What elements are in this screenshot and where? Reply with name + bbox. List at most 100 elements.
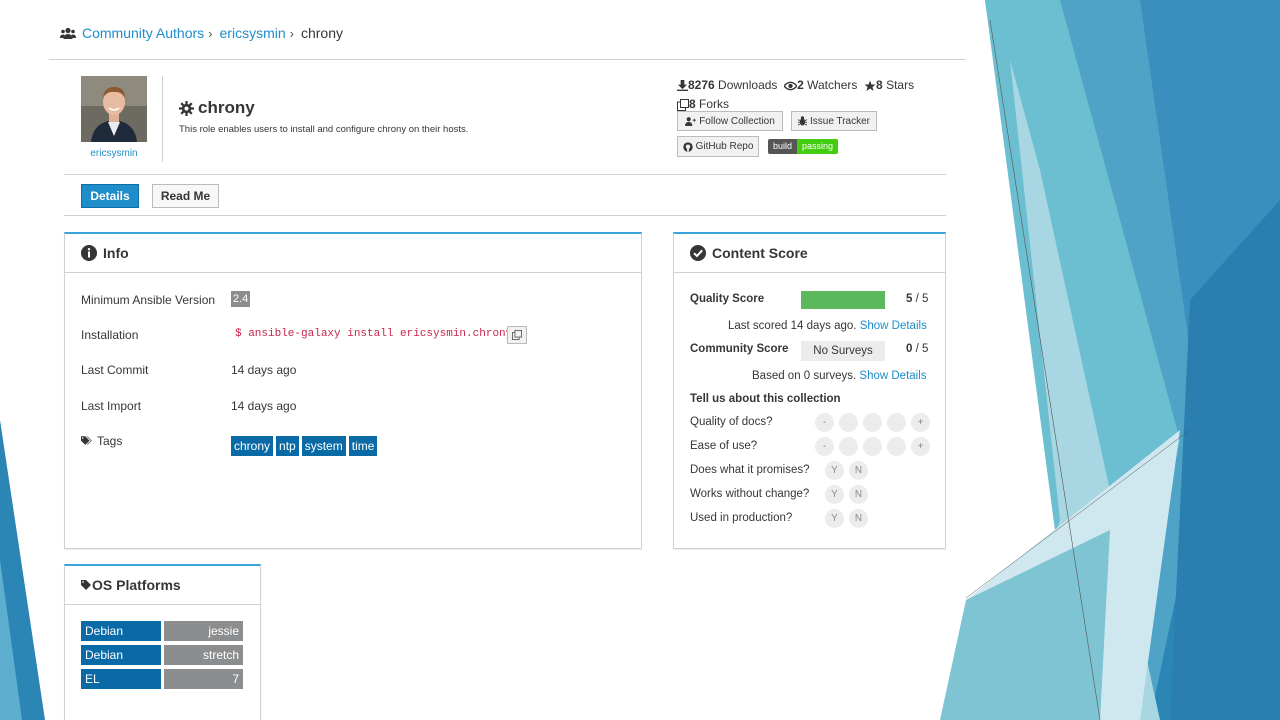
tabs-top-divider (64, 174, 946, 175)
badge-status: passing (797, 139, 839, 154)
show-details-link-2[interactable]: Show Details (859, 370, 926, 382)
badge-label: build (768, 139, 798, 154)
yes-button[interactable]: Y (825, 461, 844, 480)
last-import-value: 14 days ago (231, 399, 297, 413)
github-repo-button[interactable]: GitHub Repo (677, 136, 759, 157)
gear-icon (179, 100, 194, 116)
page-title: chrony (179, 98, 255, 118)
breadcrumb-current: chrony (300, 25, 344, 41)
content-score-header: Content Score (674, 234, 945, 273)
no-button[interactable]: N (849, 509, 868, 528)
tab-details[interactable]: Details (81, 184, 139, 208)
community-score-label: Community Score (690, 343, 789, 355)
galaxy-page: Community Authors › ericsysmin › chrony … (0, 0, 1280, 720)
tag-ntp[interactable]: ntp (276, 436, 299, 456)
tag-time[interactable]: time (348, 436, 378, 456)
tags-list: chrony ntp system time (231, 436, 378, 456)
survey-q4-yn: Y N (825, 485, 868, 504)
breadcrumb-owner[interactable]: ericsysmin (220, 25, 286, 41)
download-icon (677, 80, 688, 91)
min-ansible-label: Minimum Ansible Version (81, 293, 216, 307)
tag-system[interactable]: system (301, 436, 346, 456)
last-import-label: Last Import (81, 399, 142, 413)
community-score-value-row: 0 / 5 (906, 343, 928, 355)
issue-tracker-button[interactable]: Issue Tracker (791, 111, 877, 131)
survey-q1-label: Quality of docs? (690, 416, 773, 428)
last-scored-text: Last scored 14 days ago. (728, 320, 857, 332)
eye-icon (784, 81, 798, 90)
info-circle-icon (81, 245, 97, 261)
os-platform-name: EL (81, 669, 161, 689)
fork-icon (677, 98, 689, 111)
os-platform-name: Debian (81, 621, 161, 641)
tabs-bottom-divider (64, 215, 946, 216)
last-scored-row: Last scored 14 days ago. Show Details (728, 320, 927, 332)
downloads-label: Downloads (718, 78, 778, 92)
quality-score-value: 5 (906, 293, 913, 305)
tag-icon (81, 580, 91, 590)
github-repo-label: GitHub Repo (695, 141, 754, 152)
survey-q2-label: Ease of use? (690, 440, 758, 452)
rating-plus-button[interactable]: + (911, 437, 930, 456)
tag-chrony[interactable]: chrony (231, 436, 274, 456)
copy-button[interactable] (507, 326, 527, 344)
min-ansible-value: 2.4 (231, 291, 251, 307)
tags-label-row: Tags (81, 434, 122, 448)
rating-minus-button[interactable]: - (815, 413, 834, 432)
header-divider (49, 59, 966, 60)
survey-q5-yn: Y N (825, 509, 868, 528)
rating-button[interactable] (863, 437, 882, 456)
watchers-label: Watchers (807, 78, 858, 92)
rating-button[interactable] (839, 413, 858, 432)
copy-icon (512, 330, 522, 340)
rating-minus-button[interactable]: - (815, 437, 834, 456)
info-card-header: Info (65, 234, 641, 273)
survey-q4-label: Works without change? (690, 488, 810, 500)
survey-q1-rating: - + (815, 413, 930, 432)
os-platforms-card: OS Platforms (64, 564, 261, 720)
follow-collection-button[interactable]: Follow Collection (677, 111, 783, 131)
rating-button[interactable] (887, 437, 906, 456)
based-on-row: Based on 0 surveys. Show Details (752, 370, 927, 382)
rating-plus-button[interactable]: + (911, 413, 930, 432)
issue-tracker-label: Issue Tracker (809, 115, 871, 127)
follow-collection-label: Follow Collection (699, 115, 775, 127)
breadcrumb: Community Authors › ericsysmin › chrony (60, 24, 343, 42)
os-platform-version: 7 (164, 669, 243, 689)
os-platform-name: Debian (81, 645, 161, 665)
quality-score-value-row: 5 / 5 (906, 293, 928, 305)
breadcrumb-community-authors[interactable]: Community Authors (82, 25, 204, 41)
yes-button[interactable]: Y (825, 509, 844, 528)
os-platform-version: jessie (164, 621, 243, 641)
yes-button[interactable]: Y (825, 485, 844, 504)
tab-readme[interactable]: Read Me (152, 184, 219, 208)
star-icon (864, 80, 876, 91)
survey-title: Tell us about this collection (690, 393, 841, 405)
title-text: chrony (198, 98, 255, 117)
show-details-link[interactable]: Show Details (860, 320, 927, 332)
survey-q2-rating: - + (815, 437, 930, 456)
quality-score-max: / 5 (915, 293, 929, 305)
based-on-text: Based on 0 surveys. (752, 370, 857, 382)
bug-icon (797, 116, 807, 126)
build-status-badge[interactable]: build passing (768, 139, 839, 154)
os-platform-version: stretch (164, 645, 243, 665)
no-button[interactable]: N (849, 461, 868, 480)
quality-score-label: Quality Score (690, 293, 765, 305)
no-button[interactable]: N (849, 485, 868, 504)
rating-button[interactable] (839, 437, 858, 456)
check-circle-icon (690, 245, 706, 261)
stars-count: 8 (876, 78, 883, 92)
breadcrumb-separator: › (208, 25, 213, 41)
owner-avatar[interactable] (81, 76, 147, 142)
owner-name-link[interactable]: ericsysmin (81, 148, 147, 159)
quality-score-track (801, 291, 885, 309)
content-score-card: Content Score (673, 232, 946, 549)
user-plus-icon (685, 116, 697, 126)
last-commit-label: Last Commit (81, 363, 149, 377)
rating-button[interactable] (863, 413, 882, 432)
stats: 8276 Downloads 2 Watchers 8 Stars 8 Fork… (677, 76, 914, 114)
description: This role enables users to install and c… (179, 124, 469, 135)
rating-button[interactable] (887, 413, 906, 432)
survey-q3-label: Does what it promises? (690, 464, 810, 476)
